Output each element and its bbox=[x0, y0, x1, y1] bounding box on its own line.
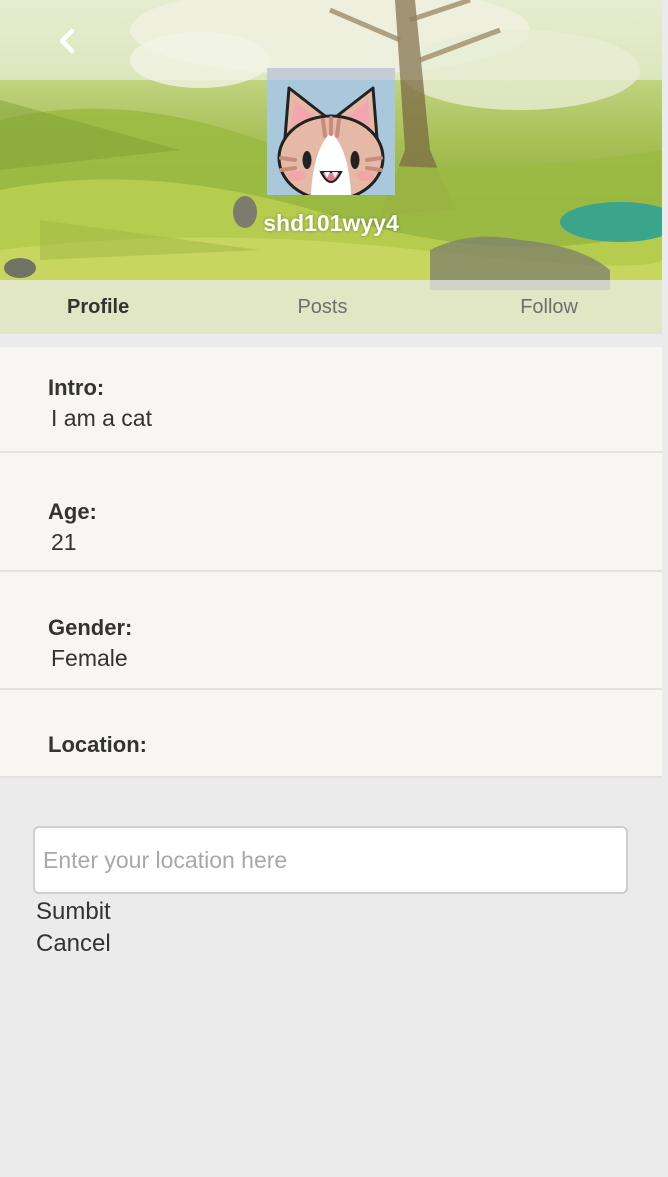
age-label: Age: bbox=[48, 499, 97, 524]
location-input[interactable] bbox=[33, 826, 628, 894]
gender-label: Gender: bbox=[48, 615, 133, 640]
profile-tabs: Profile Posts Follow bbox=[0, 280, 662, 334]
list-item-intro: Intro: I am a cat bbox=[0, 347, 662, 453]
tab-follow[interactable]: Follow bbox=[408, 280, 662, 334]
age-value: 21 bbox=[51, 529, 77, 555]
chevron-left-icon bbox=[59, 28, 75, 54]
list-item-location[interactable]: Location: bbox=[0, 690, 662, 778]
location-label: Location: bbox=[48, 732, 147, 757]
intro-label: Intro: bbox=[48, 375, 105, 400]
list-item-gender: Gender: Female bbox=[0, 572, 662, 690]
profile-banner: shd101wyy4 Profile Posts Follow bbox=[0, 0, 662, 334]
submit-button[interactable]: Sumbit bbox=[36, 898, 111, 926]
tab-profile[interactable]: Profile bbox=[0, 280, 237, 334]
profile-page: shd101wyy4 Profile Posts Follow Intro: I… bbox=[0, 0, 668, 1177]
profile-details: Intro: I am a cat Age: 21 Gender: Female… bbox=[0, 347, 662, 778]
back-button[interactable] bbox=[50, 22, 84, 60]
tab-posts[interactable]: Posts bbox=[237, 280, 407, 334]
cancel-button[interactable]: Cancel bbox=[36, 930, 111, 958]
gender-value: Female bbox=[51, 645, 128, 671]
avatar[interactable] bbox=[267, 68, 395, 195]
intro-value: I am a cat bbox=[51, 405, 152, 431]
cat-avatar-icon bbox=[277, 86, 385, 195]
list-item-age: Age: 21 bbox=[0, 453, 662, 572]
username: shd101wyy4 bbox=[263, 210, 399, 236]
